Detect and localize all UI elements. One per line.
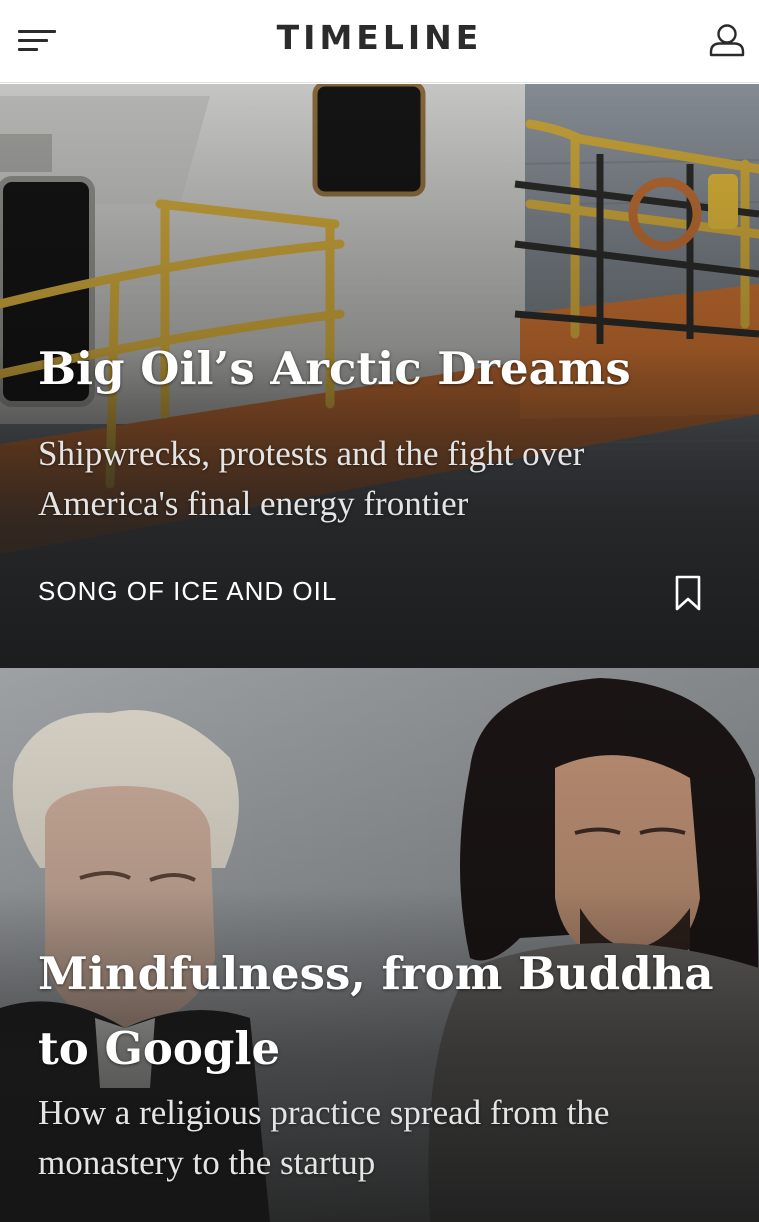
story-dek: How a religious practice spread from the…	[38, 1093, 610, 1182]
user-profile-icon[interactable]	[706, 20, 748, 62]
story-series-label[interactable]: SONG OF ICE AND OIL	[38, 576, 337, 607]
bookmark-icon[interactable]	[672, 574, 704, 612]
story-headline[interactable]: Mindfulness, from Buddha to Google	[38, 936, 729, 1086]
story-card-arctic[interactable]: Big Oil’s Arctic Dreams Shipwrecks, prot…	[0, 84, 759, 668]
story-card-mindfulness[interactable]: Mindfulness, from Buddha to Google How a…	[0, 668, 759, 1222]
app-title: TIMELINE	[276, 18, 483, 57]
app-header: TIMELINE	[0, 0, 759, 83]
story-headline[interactable]: Big Oil’s Arctic Dreams	[38, 342, 729, 396]
story-dek: Shipwrecks, protests and the fight over …	[38, 434, 585, 523]
